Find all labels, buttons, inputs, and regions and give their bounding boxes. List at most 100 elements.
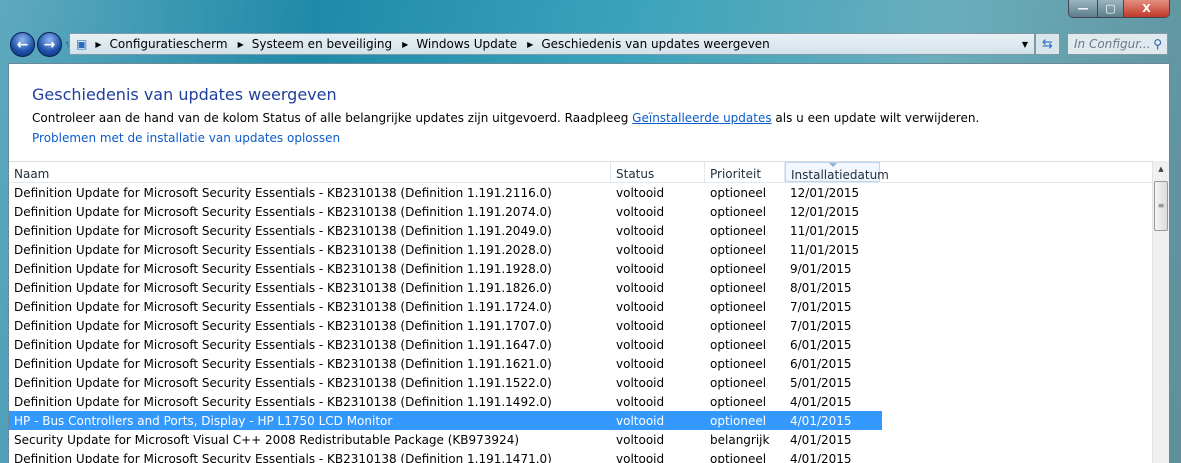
navigation-buttons: ← → ▽	[10, 32, 72, 57]
cell-name: Definition Update for Microsoft Security…	[14, 223, 552, 238]
cell-status: voltooid	[616, 356, 665, 371]
cell-priority: optioneel	[710, 223, 767, 238]
cell-status: voltooid	[616, 432, 665, 447]
cell-priority: optioneel	[710, 242, 767, 257]
cell-name: Definition Update for Microsoft Security…	[14, 242, 552, 257]
cell-date: 4/01/2015	[790, 394, 852, 409]
column-header-priority[interactable]: Prioriteit	[705, 162, 785, 182]
cell-name: Security Update for Microsoft Visual C++…	[14, 432, 520, 447]
cell-name: Definition Update for Microsoft Security…	[14, 318, 552, 333]
breadcrumb-item[interactable]: Windows Update	[416, 37, 517, 51]
table-row[interactable]: Definition Update for Microsoft Security…	[9, 278, 1153, 297]
scroll-up-icon[interactable]: ▲	[1153, 161, 1169, 178]
list-header: Naam Status Prioriteit Installatiedatum	[9, 161, 1153, 183]
control-panel-icon: ▣	[76, 37, 88, 51]
table-row[interactable]: Definition Update for Microsoft Security…	[9, 259, 1153, 278]
cell-date: 12/01/2015	[790, 204, 860, 219]
cell-name: Definition Update for Microsoft Security…	[14, 451, 552, 463]
cell-name: Definition Update for Microsoft Security…	[14, 204, 552, 219]
table-row[interactable]: Definition Update for Microsoft Security…	[9, 221, 1153, 240]
cell-date: 7/01/2015	[790, 318, 852, 333]
cell-priority: optioneel	[710, 413, 767, 428]
scroll-thumb[interactable]: ≡	[1154, 181, 1168, 231]
table-row[interactable]: Security Update for Microsoft Visual C++…	[9, 430, 1153, 449]
table-row[interactable]: Definition Update for Microsoft Security…	[9, 240, 1153, 259]
breadcrumb-item[interactable]: Geschiedenis van updates weergeven	[541, 37, 769, 51]
table-row[interactable]: Definition Update for Microsoft Security…	[9, 297, 1153, 316]
troubleshoot-link[interactable]: Problemen met de installatie van updates…	[32, 131, 340, 145]
cell-date: 6/01/2015	[790, 337, 852, 352]
cell-priority: optioneel	[710, 318, 767, 333]
window-controls: — ▢ X	[1068, 0, 1170, 18]
cell-name: Definition Update for Microsoft Security…	[14, 185, 552, 200]
search-icon[interactable]: ⚲	[1153, 37, 1162, 51]
address-bar[interactable]: ▣ ▶ Configuratiescherm ▶ Systeem en beveil…	[69, 33, 1035, 55]
cell-name: Definition Update for Microsoft Security…	[14, 394, 552, 409]
table-row[interactable]: Definition Update for Microsoft Security…	[9, 449, 1153, 463]
table-row[interactable]: Definition Update for Microsoft Security…	[9, 202, 1153, 221]
page-title: Geschiedenis van updates weergeven	[32, 85, 337, 104]
content-pane: Geschiedenis van updates weergeven Contr…	[8, 63, 1170, 463]
cell-name: Definition Update for Microsoft Security…	[14, 337, 552, 352]
column-header-name[interactable]: Naam	[9, 162, 611, 182]
refresh-button[interactable]: ⇆	[1035, 33, 1060, 55]
cell-name: HP - Bus Controllers and Ports, Display …	[14, 413, 393, 428]
cell-date: 4/01/2015	[790, 451, 852, 463]
breadcrumb-item[interactable]: Configuratiescherm	[110, 37, 228, 51]
cell-date: 8/01/2015	[790, 280, 852, 295]
table-row[interactable]: HP - Bus Controllers and Ports, Display …	[9, 411, 882, 430]
chevron-right-icon[interactable]: ▶	[402, 40, 408, 49]
close-button[interactable]: X	[1123, 0, 1169, 17]
cell-status: voltooid	[616, 299, 665, 314]
column-header-status[interactable]: Status	[611, 162, 705, 182]
back-button[interactable]: ←	[10, 32, 35, 57]
cell-date: 11/01/2015	[790, 242, 860, 257]
cell-status: voltooid	[616, 242, 665, 257]
cell-date: 9/01/2015	[790, 261, 852, 276]
chevron-right-icon[interactable]: ▶	[95, 40, 101, 49]
cell-name: Definition Update for Microsoft Security…	[14, 299, 552, 314]
cell-date: 11/01/2015	[790, 223, 860, 238]
cell-name: Definition Update for Microsoft Security…	[14, 375, 552, 390]
chevron-right-icon[interactable]: ▶	[527, 40, 533, 49]
cell-status: voltooid	[616, 451, 665, 463]
cell-priority: optioneel	[710, 204, 767, 219]
column-header-install-date[interactable]: Installatiedatum	[785, 162, 889, 182]
minimize-button[interactable]: —	[1069, 0, 1097, 17]
update-history-list: Naam Status Prioriteit Installatiedatum …	[9, 161, 1153, 463]
cell-status: voltooid	[616, 261, 665, 276]
cell-status: voltooid	[616, 223, 665, 238]
cell-priority: optioneel	[710, 280, 767, 295]
table-row[interactable]: Definition Update for Microsoft Security…	[9, 183, 1153, 202]
cell-status: voltooid	[616, 413, 665, 428]
cell-date: 12/01/2015	[790, 185, 860, 200]
cell-date: 5/01/2015	[790, 375, 852, 390]
cell-priority: optioneel	[710, 375, 767, 390]
cell-status: voltooid	[616, 375, 665, 390]
cell-status: voltooid	[616, 337, 665, 352]
cell-date: 7/01/2015	[790, 299, 852, 314]
cell-priority: optioneel	[710, 394, 767, 409]
table-row[interactable]: Definition Update for Microsoft Security…	[9, 392, 1153, 411]
maximize-button[interactable]: ▢	[1097, 0, 1123, 17]
table-row[interactable]: Definition Update for Microsoft Security…	[9, 335, 1153, 354]
table-row[interactable]: Definition Update for Microsoft Security…	[9, 354, 1153, 373]
cell-status: voltooid	[616, 280, 665, 295]
table-row[interactable]: Definition Update for Microsoft Security…	[9, 373, 1153, 392]
desc-text: als u een update wilt verwijderen.	[771, 111, 980, 125]
installed-updates-link[interactable]: Geïnstalleerde updates	[632, 111, 771, 125]
table-row[interactable]: Definition Update for Microsoft Security…	[9, 316, 1153, 335]
cell-date: 6/01/2015	[790, 356, 852, 371]
cell-priority: optioneel	[710, 451, 767, 463]
chevron-right-icon[interactable]: ▶	[238, 40, 244, 49]
cell-date: 4/01/2015	[790, 413, 852, 428]
forward-button[interactable]: →	[37, 32, 62, 57]
vertical-scrollbar[interactable]: ▲ ≡	[1152, 161, 1169, 463]
cell-name: Definition Update for Microsoft Security…	[14, 261, 552, 276]
cell-date: 4/01/2015	[790, 432, 852, 447]
cell-priority: optioneel	[710, 356, 767, 371]
search-input[interactable]: In Configur... ⚲	[1067, 33, 1168, 55]
breadcrumb-item[interactable]: Systeem en beveiliging	[252, 37, 392, 51]
page-description: Controleer aan de hand van de kolom Stat…	[32, 111, 979, 125]
address-dropdown-icon[interactable]: ▼	[1022, 40, 1028, 49]
